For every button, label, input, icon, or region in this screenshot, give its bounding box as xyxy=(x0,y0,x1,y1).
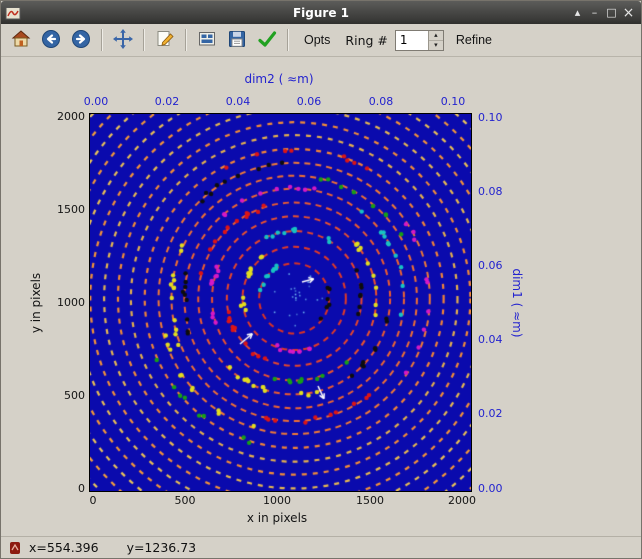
statusbar-icon xyxy=(9,541,21,555)
window-title: Figure 1 xyxy=(1,6,641,20)
close-button[interactable]: × xyxy=(620,4,637,21)
left-axis-label: y in pixels xyxy=(29,253,43,353)
shade-button[interactable]: ▴ xyxy=(569,4,586,21)
figure-area: dim2 ( ≈m) 0.00 0.02 0.04 0.06 0.08 0.10… xyxy=(1,57,641,536)
top-tick-label: 0.10 xyxy=(435,95,471,108)
forward-icon xyxy=(70,28,92,53)
x-tick-label: 1500 xyxy=(350,494,390,507)
spin-buttons: ▴ ▾ xyxy=(428,31,443,50)
right-tick-label: 0.02 xyxy=(478,407,503,420)
cursor-y-readout: y=1236.73 xyxy=(127,540,197,555)
edit-icon xyxy=(154,28,176,53)
top-tick-label: 0.02 xyxy=(149,95,185,108)
x-tick-label: 2000 xyxy=(442,494,482,507)
minimize-button[interactable]: – xyxy=(586,4,603,21)
back-button[interactable] xyxy=(37,26,65,54)
refine-button[interactable]: Refine xyxy=(453,31,495,49)
y-tick-label: 500 xyxy=(45,389,85,402)
window-icon xyxy=(5,5,21,21)
save-button[interactable] xyxy=(223,26,251,54)
y-tick-label: 1000 xyxy=(45,296,85,309)
pan-button[interactable] xyxy=(109,26,137,54)
right-tick-label: 0.08 xyxy=(478,185,503,198)
pan-icon xyxy=(112,28,134,53)
top-tick-label: 0.08 xyxy=(363,95,399,108)
subplots-button[interactable] xyxy=(193,26,221,54)
maximize-button[interactable]: □ xyxy=(603,4,620,21)
top-tick-label: 0.04 xyxy=(220,95,256,108)
diffraction-canvas[interactable] xyxy=(90,114,471,491)
forward-button[interactable] xyxy=(67,26,95,54)
cursor-x-readout: x=554.396 xyxy=(29,540,99,555)
toolbar-separator xyxy=(101,29,103,51)
ring-number-spinbox: ▴ ▾ xyxy=(395,30,444,51)
toolbar-separator xyxy=(287,29,289,51)
toolbar: Opts Ring # ▴ ▾ Refine xyxy=(1,24,641,57)
x-tick-label: 0 xyxy=(73,494,113,507)
toolbar-separator xyxy=(143,29,145,51)
top-tick-label: 0.00 xyxy=(78,95,114,108)
subplots-icon xyxy=(196,28,218,53)
toolbar-separator xyxy=(185,29,187,51)
right-axis-label: dim1 ( ≈m) xyxy=(510,253,524,353)
right-tick-label: 0.10 xyxy=(478,111,503,124)
y-tick-label: 1500 xyxy=(45,203,85,216)
titlebar[interactable]: Figure 1 ▴ – □ × xyxy=(1,1,641,24)
y-tick-label: 2000 xyxy=(45,110,85,123)
top-axis-label: dim2 ( ≈m) xyxy=(209,72,349,86)
statusbar: x=554.396 y=1236.73 xyxy=(1,536,641,558)
top-tick-label: 0.06 xyxy=(291,95,327,108)
x-tick-label: 500 xyxy=(165,494,205,507)
apply-check-icon xyxy=(256,28,278,53)
right-tick-label: 0.04 xyxy=(478,333,503,346)
right-tick-label: 0.06 xyxy=(478,259,503,272)
home-icon xyxy=(10,28,32,53)
plot-frame xyxy=(89,113,472,492)
opts-button[interactable]: Opts xyxy=(301,31,333,49)
home-button[interactable] xyxy=(7,26,35,54)
spin-up-button[interactable]: ▴ xyxy=(429,31,443,41)
spin-down-button[interactable]: ▾ xyxy=(429,40,443,50)
x-tick-label: 1000 xyxy=(257,494,297,507)
apply-button[interactable] xyxy=(253,26,281,54)
window-controls: ▴ – □ × xyxy=(569,4,637,21)
figure-window: Figure 1 ▴ – □ × xyxy=(0,0,642,559)
edit-button[interactable] xyxy=(151,26,179,54)
back-icon xyxy=(40,28,62,53)
save-icon xyxy=(226,28,248,53)
ring-number-input[interactable] xyxy=(396,31,428,50)
bottom-axis-label: x in pixels xyxy=(227,511,327,525)
ring-number-label: Ring # xyxy=(345,33,387,48)
